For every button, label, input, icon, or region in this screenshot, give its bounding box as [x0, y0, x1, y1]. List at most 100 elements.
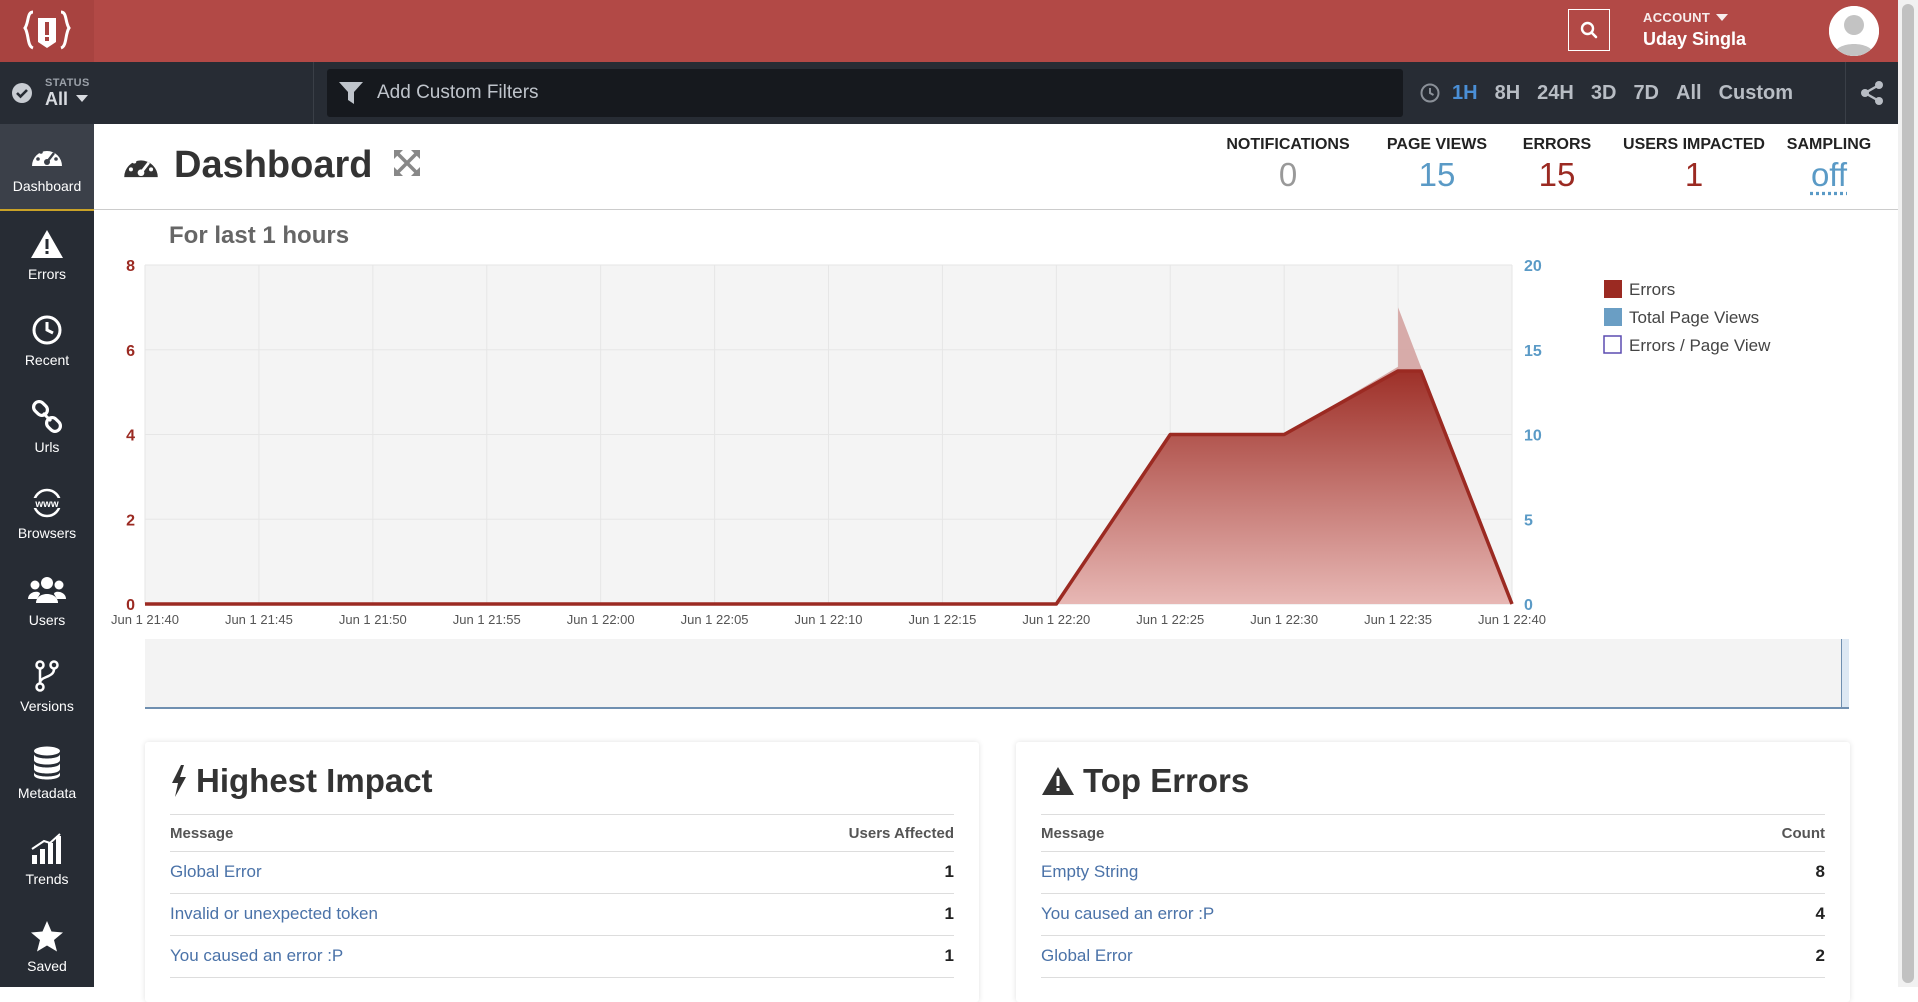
legend-label: Errors [1629, 280, 1675, 299]
x-tick-label: Jun 1 22:30 [1250, 612, 1318, 627]
column-header[interactable]: Count [1668, 815, 1825, 852]
sidebar-item-label: Recent [24, 352, 70, 369]
table-row[interactable]: Empty String 8 [1041, 851, 1825, 894]
x-tick-label: Jun 1 22:00 [567, 612, 635, 627]
y-right-tick-label: 5 [1524, 512, 1533, 529]
range-24h[interactable]: 24H [1537, 82, 1574, 105]
table-row[interactable]: Global Error 2 [1041, 935, 1825, 978]
stat-notifications[interactable]: NOTIFICATIONS 0 [1202, 136, 1374, 194]
x-tick-label: Jun 1 22:05 [681, 612, 749, 627]
table-row[interactable]: Invalid or unexpected token 1 [170, 893, 954, 936]
table-row[interactable]: You caused an error :P 1 [170, 935, 954, 978]
share-icon [1861, 81, 1883, 105]
range-3d[interactable]: 3D [1591, 82, 1617, 105]
y-right-tick-label: 15 [1524, 343, 1542, 360]
y-left-tick-label: 2 [126, 512, 135, 529]
sidebar-item-urls[interactable]: Urls [0, 384, 94, 471]
column-header[interactable]: Message [1041, 815, 1669, 852]
legend-swatch [1604, 308, 1622, 326]
legend-swatch [1603, 335, 1622, 354]
sidebar-item-label: Saved [27, 957, 67, 974]
card-title: Highest Impact [196, 762, 433, 799]
table-row[interactable]: You caused an error :P 4 [1041, 893, 1825, 936]
sidebar-item-trends[interactable]: Trends [0, 816, 94, 903]
navigator-handle[interactable] [1841, 639, 1849, 707]
x-tick-label: Jun 1 22:35 [1364, 612, 1432, 627]
x-tick-label: Jun 1 21:50 [339, 612, 407, 627]
sidebar-item-label: Trends [25, 871, 69, 888]
sidebar-item-label: Metadata [17, 784, 77, 801]
error-count-value: 2 [1668, 935, 1825, 978]
table-row[interactable]: Global Error 1 [170, 851, 954, 894]
stat-sampling[interactable]: SAMPLING off [1774, 136, 1884, 194]
sidebar-item-users[interactable]: Users [0, 557, 94, 644]
x-tick-label: Jun 1 22:25 [1136, 612, 1204, 627]
account-name: Uday Singla [1643, 29, 1747, 49]
app-logo[interactable] [0, 0, 94, 62]
error-link[interactable]: Global Error [1041, 946, 1133, 965]
search-icon [1580, 21, 1598, 39]
caret-down-icon [76, 95, 89, 102]
chart-navigator[interactable] [145, 639, 1849, 709]
error-link[interactable]: Global Error [170, 862, 262, 881]
error-link[interactable]: You caused an error :P [1041, 904, 1214, 923]
error-link[interactable]: Empty String [1041, 862, 1138, 881]
sidebar-item-errors[interactable]: Errors [0, 211, 94, 298]
custom-filter-input[interactable]: Add Custom Filters [327, 69, 1403, 117]
clock-icon [31, 312, 63, 348]
gauge-icon [30, 138, 64, 174]
error-link[interactable]: Invalid or unexpected token [170, 904, 378, 923]
errors-chart: 0246805101520Jun 1 21:40 Jun 1 21:45 Jun 1… [111, 258, 1771, 627]
range-custom[interactable]: Custom [1719, 82, 1793, 105]
legend-label: Errors / Page View [1629, 336, 1771, 355]
range-8h[interactable]: 8H [1495, 82, 1521, 105]
sidebar-item-metadata[interactable]: Metadata [0, 730, 94, 817]
y-right-tick-label: 20 [1524, 258, 1542, 275]
range-title: For last 1 hours [169, 222, 350, 249]
stat-page-views[interactable]: PAGE VIEWS 15 [1374, 136, 1500, 194]
x-tick-label: Jun 1 21:55 [453, 612, 521, 627]
sidebar-item-label: Browsers [17, 525, 77, 542]
legend-label: Total Page Views [1629, 308, 1759, 327]
link-icon [30, 399, 64, 435]
filter-bar: STATUS All Add Custom Filters 1H 8H 24H … [0, 62, 1898, 124]
sidebar-item-label: Dashboard [12, 178, 82, 195]
sidebar-item-browsers[interactable]: www Browsers [0, 470, 94, 557]
sidebar-item-label: Errors [27, 265, 67, 282]
sidebar-item-saved[interactable]: Saved [0, 903, 94, 990]
expand-button[interactable] [392, 148, 422, 183]
warning-icon [30, 226, 64, 262]
sidebar-item-versions[interactable]: Versions [0, 643, 94, 730]
x-tick-label: Jun 1 21:45 [225, 612, 293, 627]
x-tick-label: Jun 1 22:40 [1478, 612, 1546, 627]
warning-icon [1042, 767, 1074, 795]
error-link[interactable]: You caused an error :P [170, 946, 343, 965]
range-7d[interactable]: 7D [1633, 82, 1659, 105]
highest-impact-card: Highest Impact Message Users Affected Gl… [145, 742, 979, 1002]
column-header[interactable]: Message [170, 815, 691, 852]
avatar[interactable] [1829, 6, 1879, 56]
y-left-tick-label: 6 [126, 343, 135, 360]
filter-placeholder: Add Custom Filters [377, 82, 539, 103]
range-1h[interactable]: 1H [1452, 82, 1478, 105]
card-title: Top Errors [1083, 762, 1250, 799]
column-header[interactable]: Users Affected [690, 815, 954, 852]
sidebar-item-recent[interactable]: Recent [0, 297, 94, 384]
top-errors-card: Top Errors Message Count Empty String 8 … [1016, 742, 1850, 1002]
stat-users-impacted[interactable]: USERS IMPACTED 1 [1614, 136, 1774, 194]
scrollbar-thumb[interactable] [1902, 4, 1914, 983]
x-tick-label: Jun 1 21:40 [111, 612, 179, 627]
clock-icon [1420, 83, 1440, 103]
range-all[interactable]: All [1676, 82, 1702, 105]
sidebar-item-dashboard[interactable]: Dashboard [0, 124, 94, 211]
status-label: STATUS [45, 76, 90, 89]
stat-errors[interactable]: ERRORS 15 [1500, 136, 1614, 194]
error-count-value: 4 [1668, 893, 1825, 936]
sidebar-item-label: Urls [34, 438, 60, 455]
account-menu[interactable]: ACCOUNT Uday Singla [1643, 10, 1746, 50]
share-button[interactable] [1845, 62, 1898, 124]
page-title: Dashboard [174, 144, 373, 186]
search-button[interactable] [1568, 9, 1610, 51]
caret-down-icon [1716, 13, 1729, 21]
status-dropdown[interactable]: STATUS All [0, 62, 314, 124]
